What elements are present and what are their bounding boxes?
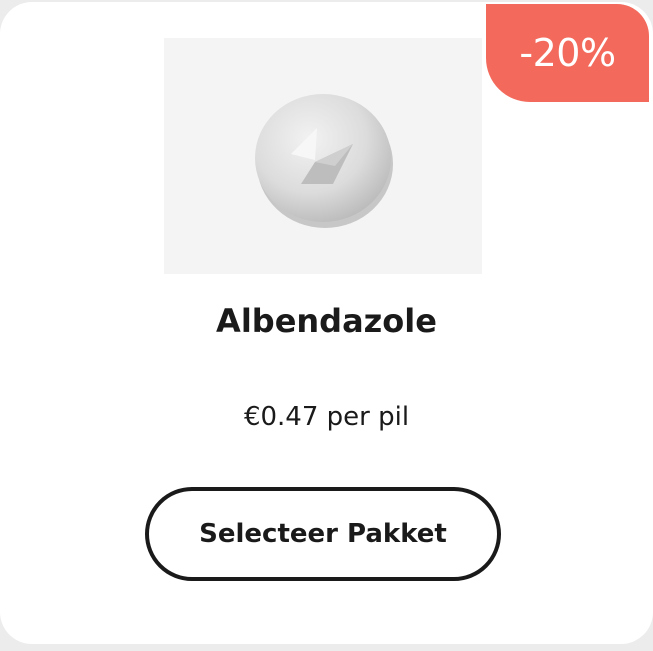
select-package-button[interactable]: Selecteer Pakket [145, 487, 501, 581]
pill-icon [255, 94, 393, 228]
product-card: -20% Albendazole €0.47 per pil Selecteer… [0, 2, 653, 644]
product-image [164, 38, 482, 274]
product-price: €0.47 per pil [243, 402, 410, 432]
discount-badge: -20% [486, 4, 649, 102]
product-title: Albendazole [216, 302, 437, 340]
